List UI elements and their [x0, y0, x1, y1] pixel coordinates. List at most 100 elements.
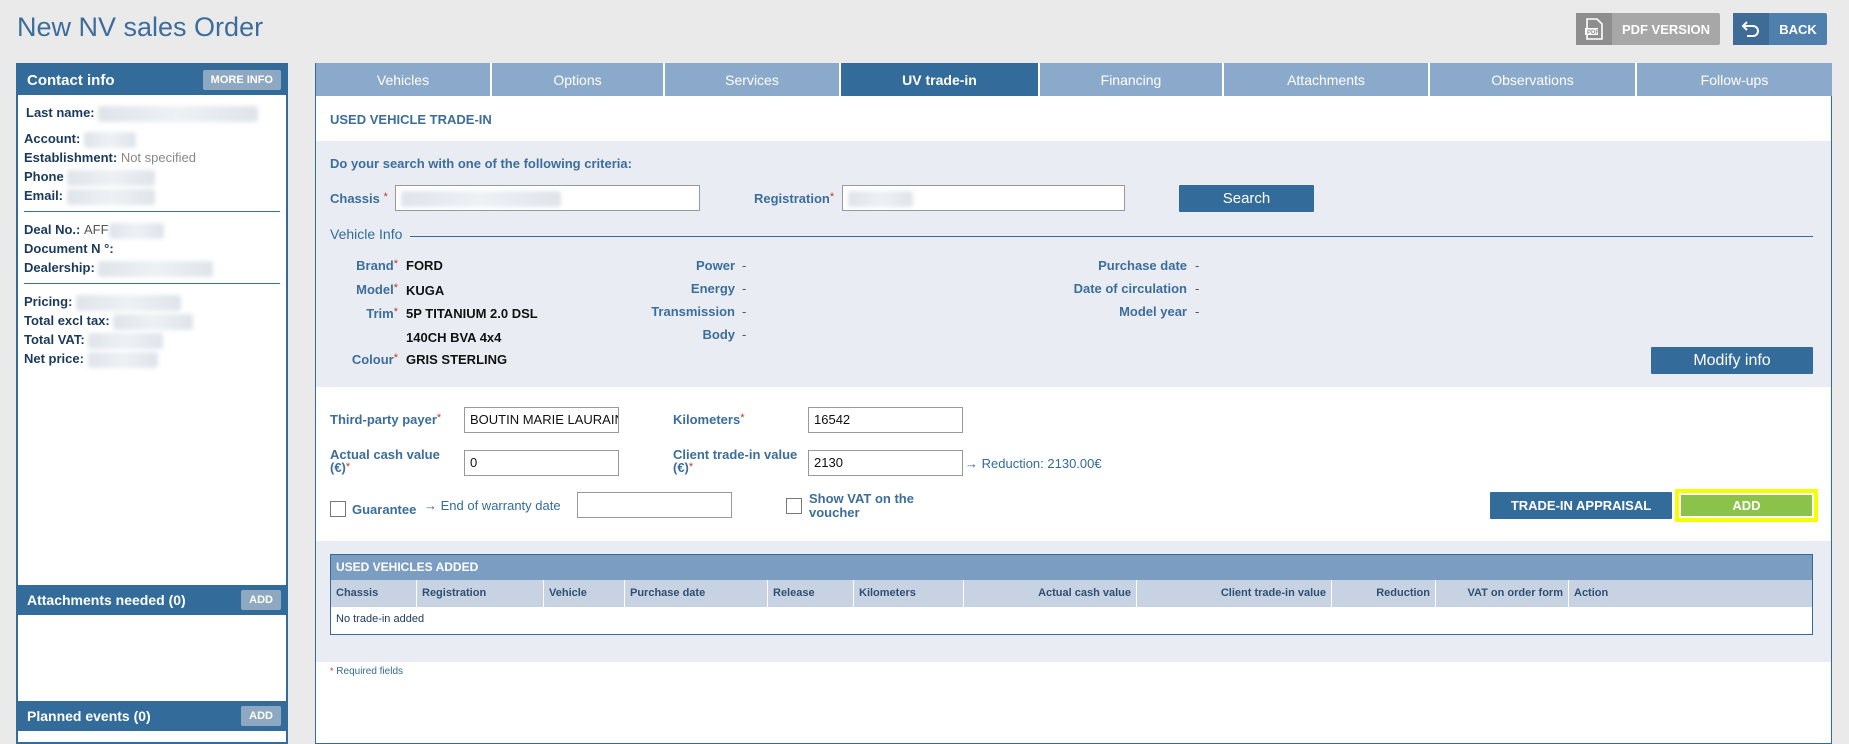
contact-info-header: Contact info MORE INFO [18, 65, 286, 95]
power-value: - [742, 258, 747, 273]
required-star: * [436, 412, 442, 424]
last-name-value [98, 105, 259, 122]
phone-value [67, 169, 156, 186]
net-price-row: Net price: [24, 349, 286, 368]
colour-label: Colour* [352, 352, 398, 367]
registration-value [848, 190, 913, 207]
third-party-label: Third-party payer* [330, 412, 441, 427]
circulation-date-value: - [1195, 281, 1200, 296]
search-button[interactable]: Search [1179, 185, 1314, 212]
phone-row: Phone [24, 167, 286, 186]
add-trade-in-button[interactable]: ADD [1681, 495, 1812, 516]
pdf-icon: PDF [1576, 13, 1612, 45]
col-actual-cash-value: Actual cash value [964, 580, 1137, 607]
col-vat-on-order-form: VAT on order form [1436, 580, 1569, 607]
attachments-needed-header: Attachments needed (0) ADD [18, 585, 286, 615]
used-vehicles-table: USED VEHICLES ADDED Chassis Registration… [330, 554, 1813, 635]
planned-events-header: Planned events (0) ADD [18, 701, 286, 731]
acv-label-line2: (€) [330, 460, 346, 475]
client-label-line2: (€) [673, 460, 689, 475]
required-star: * [345, 461, 351, 473]
brand-label: Brand* [356, 258, 398, 273]
pricing-label: Pricing: [24, 294, 73, 309]
account-row: Account: [24, 129, 286, 148]
col-registration: Registration [417, 580, 544, 607]
dealership-label: Dealership: [24, 260, 95, 275]
tab-services[interactable]: Services [665, 63, 841, 96]
tab-financing[interactable]: Financing [1040, 63, 1224, 96]
show-vat-checkbox[interactable] [786, 498, 802, 514]
energy-label: Energy [690, 281, 735, 296]
col-release: Release [768, 580, 854, 607]
modify-info-button[interactable]: Modify info [1651, 347, 1813, 374]
planned-events-add-button[interactable]: ADD [241, 706, 281, 726]
colour-label-text: Colour [351, 352, 394, 367]
tab-vehicles[interactable]: Vehicles [316, 63, 492, 96]
contact-sidebar: Contact info MORE INFO Last name: Accoun… [16, 63, 288, 744]
tab-uv-trade-in[interactable]: UV trade-in [841, 63, 1040, 96]
dealership-value [98, 260, 214, 277]
pdf-version-button[interactable]: PDF PDF VERSION [1576, 13, 1720, 45]
col-purchase-date: Purchase date [625, 580, 768, 607]
more-info-button[interactable]: MORE INFO [202, 70, 281, 90]
third-party-label-text: Third-party payer [330, 412, 437, 427]
back-button[interactable]: BACK [1733, 13, 1827, 45]
purchase-date-value: - [1195, 258, 1200, 273]
kilometers-label-text: Kilometers [673, 412, 741, 427]
tab-follow-ups[interactable]: Follow-ups [1637, 63, 1832, 96]
tab-attachments[interactable]: Attachments [1224, 63, 1430, 96]
registration-input[interactable] [842, 185, 1125, 211]
third-party-input[interactable]: BOUTIN MARIE LAURAINE [464, 407, 619, 433]
required-fields-text: Required fields [336, 666, 404, 677]
establishment-label: Establishment: [24, 150, 118, 165]
model-label: Model* [356, 282, 398, 297]
required-star: * [383, 191, 388, 203]
excl-tax-row: Total excl tax: [24, 311, 286, 330]
required-star: * [393, 282, 398, 294]
model-value: KUGA [406, 283, 445, 298]
client-trade-in-input[interactable]: 2130 [808, 450, 963, 476]
col-chassis: Chassis [331, 580, 417, 607]
document-row: Document N °: [24, 239, 286, 258]
client-trade-in-label: Client trade-in value (€)* [673, 448, 797, 474]
divider [24, 283, 280, 284]
excl-tax-value [113, 313, 194, 330]
attachments-add-button[interactable]: ADD [241, 590, 281, 610]
vehicle-info-title: Vehicle Info [330, 226, 403, 242]
brand-value: FORD [406, 258, 443, 273]
account-label: Account: [24, 131, 81, 146]
vat-label: Total VAT: [24, 332, 85, 347]
col-kilometers: Kilometers [854, 580, 964, 607]
last-name-row: Last name: [26, 103, 286, 122]
brand-label-text: Brand [356, 258, 394, 273]
col-reduction: Reduction [1332, 580, 1436, 607]
warranty-date-input[interactable] [577, 492, 732, 518]
trim-label-text: Trim [366, 306, 394, 321]
trim-value-line2: 140CH BVA 4x4 [406, 330, 502, 345]
transmission-label: Transmission [651, 304, 735, 319]
model-year-value: - [1195, 304, 1200, 319]
trade-in-appraisal-button[interactable]: TRADE-IN APPRAISAL [1490, 492, 1672, 519]
last-name-label: Last name: [26, 105, 95, 120]
account-value [83, 131, 136, 148]
search-prompt: Do your search with one of the following… [330, 156, 632, 171]
deal-value [108, 222, 164, 239]
chassis-input[interactable] [395, 185, 700, 211]
deal-prefix: AFF [83, 222, 109, 237]
guarantee-checkbox[interactable] [330, 501, 346, 517]
net-price-value [87, 351, 158, 368]
svg-text:PDF: PDF [1587, 30, 1599, 36]
tab-options[interactable]: Options [492, 63, 665, 96]
kilometers-input[interactable]: 16542 [808, 407, 963, 433]
col-client-trade-in-value: Client trade-in value [1137, 580, 1332, 607]
tab-observations[interactable]: Observations [1430, 63, 1637, 96]
email-row: Email: [24, 186, 286, 205]
email-label: Email: [24, 188, 64, 203]
actual-cash-value-input[interactable]: 0 [464, 450, 619, 476]
document-label: Document N °: [24, 241, 114, 256]
vehicle-info-divider [410, 236, 1813, 237]
trim-value-line1: 5P TITANIUM 2.0 DSL [406, 306, 538, 321]
vat-row: Total VAT: [24, 330, 286, 349]
chassis-label: Chassis * [330, 191, 388, 206]
pricing-row: Pricing: [24, 292, 286, 311]
